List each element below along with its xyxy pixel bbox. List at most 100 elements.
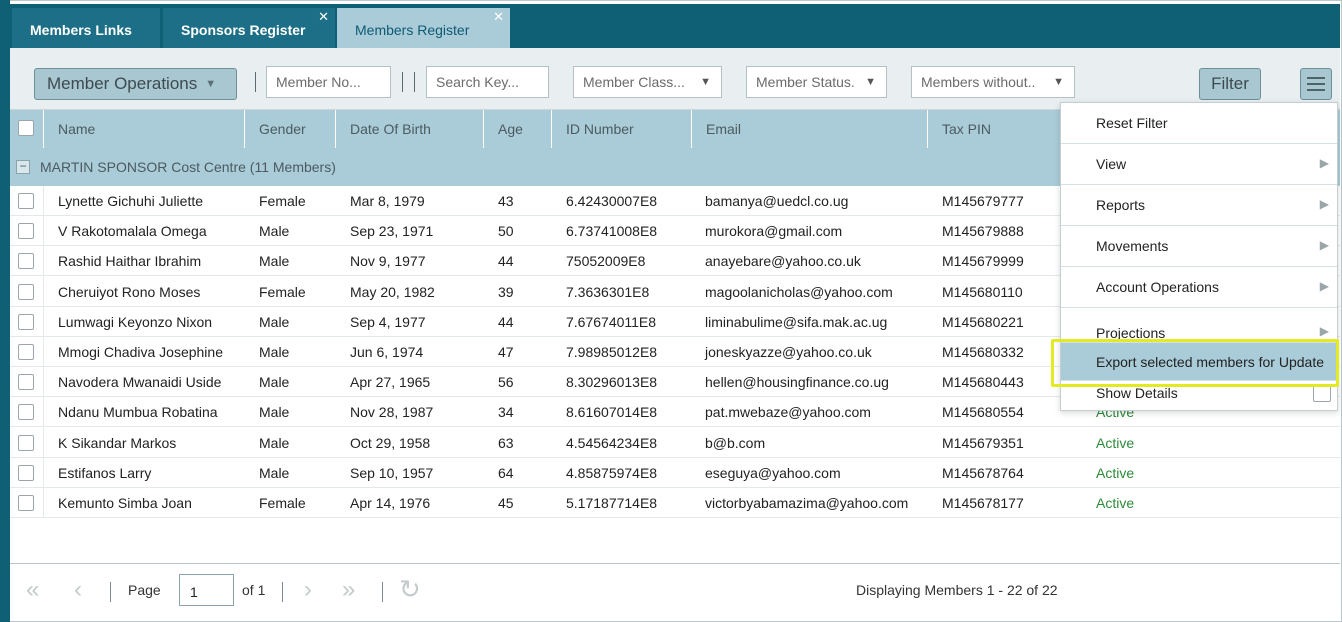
- page-number-input[interactable]: 1: [179, 574, 234, 606]
- cell-age: 50: [498, 223, 514, 240]
- column-header-dob[interactable]: Date Of Birth: [336, 110, 484, 148]
- menu-item-label: Reset Filter: [1096, 115, 1168, 131]
- tab-members-links[interactable]: Members Links: [12, 8, 160, 52]
- table-row[interactable]: Kemunto Simba Joan Female Apr 14, 1976 45 5.…: [10, 488, 1340, 518]
- cell-name: Estifanos Larry: [58, 464, 152, 481]
- member-class-select[interactable]: Member Class... ▼: [573, 66, 722, 98]
- submenu-arrow-icon: ▶: [1319, 156, 1329, 170]
- cell-email: b@b.com: [705, 434, 766, 451]
- row-select-cell: [10, 457, 44, 488]
- double-chevron-right-icon[interactable]: »: [342, 576, 355, 604]
- menu-item-account-operations[interactable]: Account Operations ▶: [1061, 267, 1337, 308]
- menu-item-reports[interactable]: Reports ▶: [1061, 185, 1337, 226]
- cell-age: 64: [498, 464, 514, 481]
- column-header-email[interactable]: Email: [692, 110, 928, 148]
- cell-pin: M145678177: [942, 495, 1024, 511]
- member-status-select[interactable]: Member Status. ▼: [746, 66, 887, 98]
- table-row[interactable]: K Sikandar Markos Male Oct 29, 1958 63 4.545…: [10, 427, 1340, 458]
- cell-name: Lynette Gichuhi Juliette: [58, 193, 204, 209]
- column-header-age[interactable]: Age: [484, 110, 552, 148]
- chevron-down-icon: ▼: [700, 76, 711, 88]
- refresh-icon[interactable]: ↻: [399, 574, 421, 605]
- cell-id: 4.85875974E8: [566, 464, 658, 481]
- menu-item-label: Movements: [1096, 238, 1169, 254]
- cell-dob: Sep 23, 1971: [350, 223, 434, 240]
- row-checkbox[interactable]: [18, 283, 34, 300]
- chevron-right-icon[interactable]: ›: [304, 576, 312, 604]
- cell-status: Active: [1096, 464, 1135, 481]
- row-checkbox[interactable]: [18, 464, 34, 481]
- column-header-id-number[interactable]: ID Number: [552, 110, 692, 148]
- row-checkbox[interactable]: [18, 193, 34, 209]
- member-status-value: Member Status.: [756, 74, 855, 90]
- row-select-cell: [10, 276, 44, 307]
- column-header-name[interactable]: Name: [44, 110, 245, 148]
- cell-gender: Male: [259, 404, 290, 421]
- chevron-down-icon: ▼: [865, 76, 876, 88]
- cell-age: 63: [498, 434, 514, 451]
- filter-button[interactable]: Filter: [1199, 68, 1261, 100]
- cell-age: 45: [498, 495, 514, 511]
- menu-item-movements[interactable]: Movements ▶: [1061, 226, 1337, 267]
- member-operations-button[interactable]: Member Operations ▼: [34, 68, 237, 100]
- cell-age: 43: [498, 193, 514, 209]
- pagination-bar: « ‹ Page 1 of 1 › » ↻ Displaying Members…: [10, 563, 1340, 620]
- cell-name: K Sikandar Markos: [58, 434, 177, 451]
- row-checkbox[interactable]: [18, 313, 34, 330]
- toolbar-divider: [255, 72, 256, 92]
- row-select-cell: [10, 216, 44, 247]
- row-checkbox[interactable]: [18, 223, 34, 240]
- collapse-icon[interactable]: −: [16, 160, 30, 174]
- row-checkbox[interactable]: [18, 434, 34, 451]
- cell-gender: Male: [259, 464, 290, 481]
- row-checkbox[interactable]: [18, 253, 34, 270]
- cell-pin: M145680443: [942, 374, 1024, 391]
- cell-email: murokora@gmail.com: [705, 223, 843, 240]
- table-row[interactable]: Estifanos Larry Male Sep 10, 1957 64 4.85875…: [10, 457, 1340, 488]
- cell-dob: Nov 28, 1987: [350, 404, 434, 421]
- double-chevron-left-icon[interactable]: «: [26, 576, 39, 604]
- close-icon[interactable]: ✕: [318, 10, 329, 24]
- close-icon[interactable]: ✕: [493, 10, 504, 24]
- cell-status: Active: [1096, 495, 1135, 511]
- cell-gender: Male: [259, 434, 290, 451]
- menu-item-reset-filter[interactable]: Reset Filter: [1061, 103, 1337, 144]
- cell-name: Cheruiyot Rono Moses: [58, 283, 201, 300]
- tab-members-register[interactable]: Members Register ✕: [337, 8, 510, 52]
- submenu-arrow-icon: ▶: [1319, 279, 1329, 293]
- row-select-cell: [10, 427, 44, 458]
- cell-gender: Female: [259, 193, 306, 209]
- display-info: Displaying Members 1 - 22 of 22: [856, 582, 1058, 598]
- cell-pin: M145680554: [942, 404, 1024, 421]
- cell-name: V Rakotomalala Omega: [58, 223, 207, 240]
- cell-age: 39: [498, 283, 514, 300]
- cell-pin: M145678764: [942, 464, 1024, 481]
- tab-sponsors-register[interactable]: Sponsors Register ✕: [163, 8, 335, 52]
- chevron-left-icon[interactable]: ‹: [74, 576, 82, 604]
- cell-email: liminabulime@sifa.mak.ac.ug: [705, 313, 888, 330]
- member-no-input[interactable]: Member No...: [266, 66, 391, 98]
- row-checkbox[interactable]: [18, 344, 34, 360]
- column-header-gender[interactable]: Gender: [245, 110, 336, 148]
- filter-label: Filter: [1211, 74, 1249, 93]
- menu-item-view[interactable]: View ▶: [1061, 144, 1337, 185]
- cell-age: 34: [498, 404, 514, 421]
- chevron-down-icon: ▼: [1053, 76, 1064, 88]
- cell-pin: M145679999: [942, 253, 1024, 270]
- search-key-input[interactable]: Search Key...: [426, 66, 549, 98]
- menu-button[interactable]: [1300, 68, 1332, 100]
- menu-item-projections[interactable]: Projections ▶: [1061, 308, 1337, 343]
- row-checkbox[interactable]: [18, 495, 34, 511]
- cell-dob: Apr 14, 1976: [350, 495, 431, 511]
- page-number-value: 1: [190, 584, 198, 600]
- cell-name: Kemunto Simba Joan: [58, 495, 192, 511]
- cell-email: anayebare@yahoo.co.uk: [705, 253, 861, 270]
- select-all-checkbox[interactable]: [18, 120, 34, 136]
- cell-id: 6.73741008E8: [566, 223, 658, 240]
- members-without-select[interactable]: Members without.. ▼: [911, 66, 1075, 98]
- row-checkbox[interactable]: [18, 374, 34, 391]
- members-without-value: Members without..: [921, 74, 1036, 90]
- cell-name: Navodera Mwanaidi Uside: [58, 374, 222, 391]
- toolbar: Member Operations ▼ Member No... Search …: [10, 48, 1340, 110]
- row-checkbox[interactable]: [18, 404, 34, 421]
